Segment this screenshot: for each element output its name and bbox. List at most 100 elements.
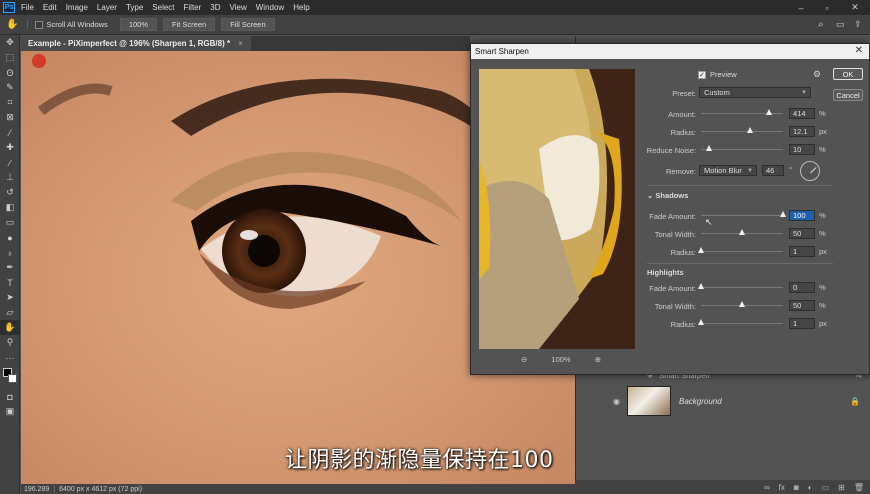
close-tab-icon[interactable]: × [238,39,243,48]
color-swatches[interactable] [0,365,20,389]
highlights-radius-input[interactable]: 1 [789,318,815,329]
adjustment-layer-icon[interactable]: ◐ [808,483,813,492]
settings-gear-icon[interactable]: ⚙ [813,69,821,80]
menu-filter[interactable]: Filter [184,3,202,12]
delete-layer-icon[interactable]: 🗑 [854,483,864,492]
hand-tool-icon[interactable]: ✋ [0,320,20,335]
menu-type[interactable]: Type [126,3,143,12]
frame-tool-icon[interactable]: ⊠ [0,110,20,125]
shadows-tonal-slider[interactable] [701,229,783,235]
amount-slider[interactable] [701,109,783,115]
zoom-out-icon[interactable]: ⊖ [521,355,527,364]
preview-toggle[interactable]: ✓ Preview [698,70,737,79]
radius-input[interactable]: 12.1 [789,126,815,137]
blur-tool-icon[interactable]: ● [0,230,20,245]
brush-tool-icon[interactable]: ∕ [0,155,20,170]
highlights-radius-slider-thumb[interactable] [698,319,704,325]
radius-slider-thumb[interactable] [747,127,754,133]
menu-select[interactable]: Select [152,3,174,12]
dialog-title-bar[interactable]: Smart Sharpen ✕ [471,44,869,59]
layer-style-icon[interactable]: fx [779,483,785,492]
ok-button[interactable]: OK [833,68,863,80]
reduce-noise-slider[interactable] [701,145,783,151]
menu-view[interactable]: View [230,3,247,12]
cancel-button[interactable]: Cancel [833,89,863,101]
shadows-fade-slider-thumb[interactable] [780,211,786,217]
share-icon[interactable]: ⇪ [854,19,862,30]
shadows-toggle[interactable]: ⌄ Shadows [647,191,688,200]
eyedropper-tool-icon[interactable]: ⁄ [0,125,20,140]
reduce-noise-input[interactable]: 10 [789,144,815,155]
shadows-radius-slider[interactable] [698,247,783,253]
gradient-tool-icon[interactable]: ▭ [0,215,20,230]
shadows-fade-slider[interactable] [701,211,786,217]
maximize-icon[interactable]: ▫ [814,0,840,15]
shadows-tonal-slider-thumb[interactable] [739,229,745,235]
menu-window[interactable]: Window [256,3,284,12]
shadows-radius-slider-thumb[interactable] [698,247,704,253]
quick-mask-icon[interactable]: ◘ [0,389,20,404]
menu-help[interactable]: Help [293,3,309,12]
lasso-tool-icon[interactable]: ʘ [0,65,20,80]
amount-slider-thumb[interactable] [766,109,773,115]
background-color-swatch[interactable] [8,374,17,383]
menu-edit[interactable]: Edit [43,3,57,12]
move-tool-icon[interactable]: ✥ [0,35,20,50]
fit-screen-button[interactable]: Fit Screen [163,18,216,31]
radius-slider[interactable] [701,127,783,133]
filter-preview[interactable] [479,69,635,349]
close-window-icon[interactable]: ✕ [842,0,868,15]
zoom-in-icon[interactable]: ⊕ [595,355,601,364]
scroll-all-windows-checkbox[interactable] [34,20,43,29]
menu-layer[interactable]: Layer [97,3,117,12]
highlights-fade-input[interactable]: 0 [789,282,815,293]
shadows-fade-input[interactable]: 100 [789,210,815,221]
marquee-tool-icon[interactable]: ⬚ [0,50,20,65]
angle-dial[interactable] [800,161,820,181]
more-tools-icon[interactable]: ··· [0,350,20,365]
highlights-tonal-slider[interactable] [701,301,783,307]
new-layer-icon[interactable]: ⊞ [838,483,845,492]
history-brush-tool-icon[interactable]: ↺ [0,185,20,200]
quick-select-tool-icon[interactable]: ✎ [0,80,20,95]
pen-tool-icon[interactable]: ✒ [0,260,20,275]
hand-tool-icon[interactable]: ✋ [6,19,18,30]
add-mask-icon[interactable]: ◙ [794,483,799,492]
shadows-radius-input[interactable]: 1 [789,246,815,257]
crop-tool-icon[interactable]: ⌗ [0,95,20,110]
visibility-eye-icon[interactable]: ◉ [613,397,620,406]
minimize-icon[interactable]: – [788,0,814,15]
preset-select[interactable]: Custom ▼ [699,87,811,98]
screen-mode-icon[interactable]: ▣ [0,404,20,419]
remove-select[interactable]: Motion Blur ▼ [699,165,757,176]
highlights-tonal-slider-thumb[interactable] [739,301,745,307]
highlights-title[interactable]: Highlights [647,268,684,277]
document-tab[interactable]: Example - PiXimperfect @ 196% (Sharpen 1… [20,36,251,51]
eraser-tool-icon[interactable]: ◧ [0,200,20,215]
highlights-tonal-input[interactable]: 50 [789,300,815,311]
search-icon[interactable]: ⌕ [818,19,824,30]
close-dialog-icon[interactable]: ✕ [855,45,863,56]
group-icon[interactable]: ▭ [822,483,830,492]
healing-brush-tool-icon[interactable]: ✚ [0,140,20,155]
preview-checkbox[interactable]: ✓ [698,70,706,79]
fill-screen-button[interactable]: Fill Screen [221,18,275,31]
type-tool-icon[interactable]: T [0,275,20,290]
dodge-tool-icon[interactable]: ♁ [0,245,20,260]
highlights-fade-slider[interactable] [698,283,783,289]
shadows-tonal-input[interactable]: 50 [789,228,815,239]
menu-image[interactable]: Image [66,3,88,12]
zoom-100-button[interactable]: 100% [119,18,157,31]
menu-file[interactable]: File [21,3,34,12]
menu-3d[interactable]: 3D [210,3,220,12]
layer-row-background[interactable]: ◉ Background 🔒 [607,384,870,418]
workspace-icon[interactable]: ▭ [836,19,845,30]
reduce-noise-slider-thumb[interactable] [706,145,713,151]
highlights-fade-slider-thumb[interactable] [698,283,704,289]
shape-tool-icon[interactable]: ▱ [0,305,20,320]
clone-stamp-tool-icon[interactable]: ⊥ [0,170,20,185]
path-select-tool-icon[interactable]: ➤ [0,290,20,305]
amount-input[interactable]: 414 [789,108,815,119]
link-layers-icon[interactable]: ∞ [764,483,770,492]
zoom-tool-icon[interactable]: ⚲ [0,335,20,350]
